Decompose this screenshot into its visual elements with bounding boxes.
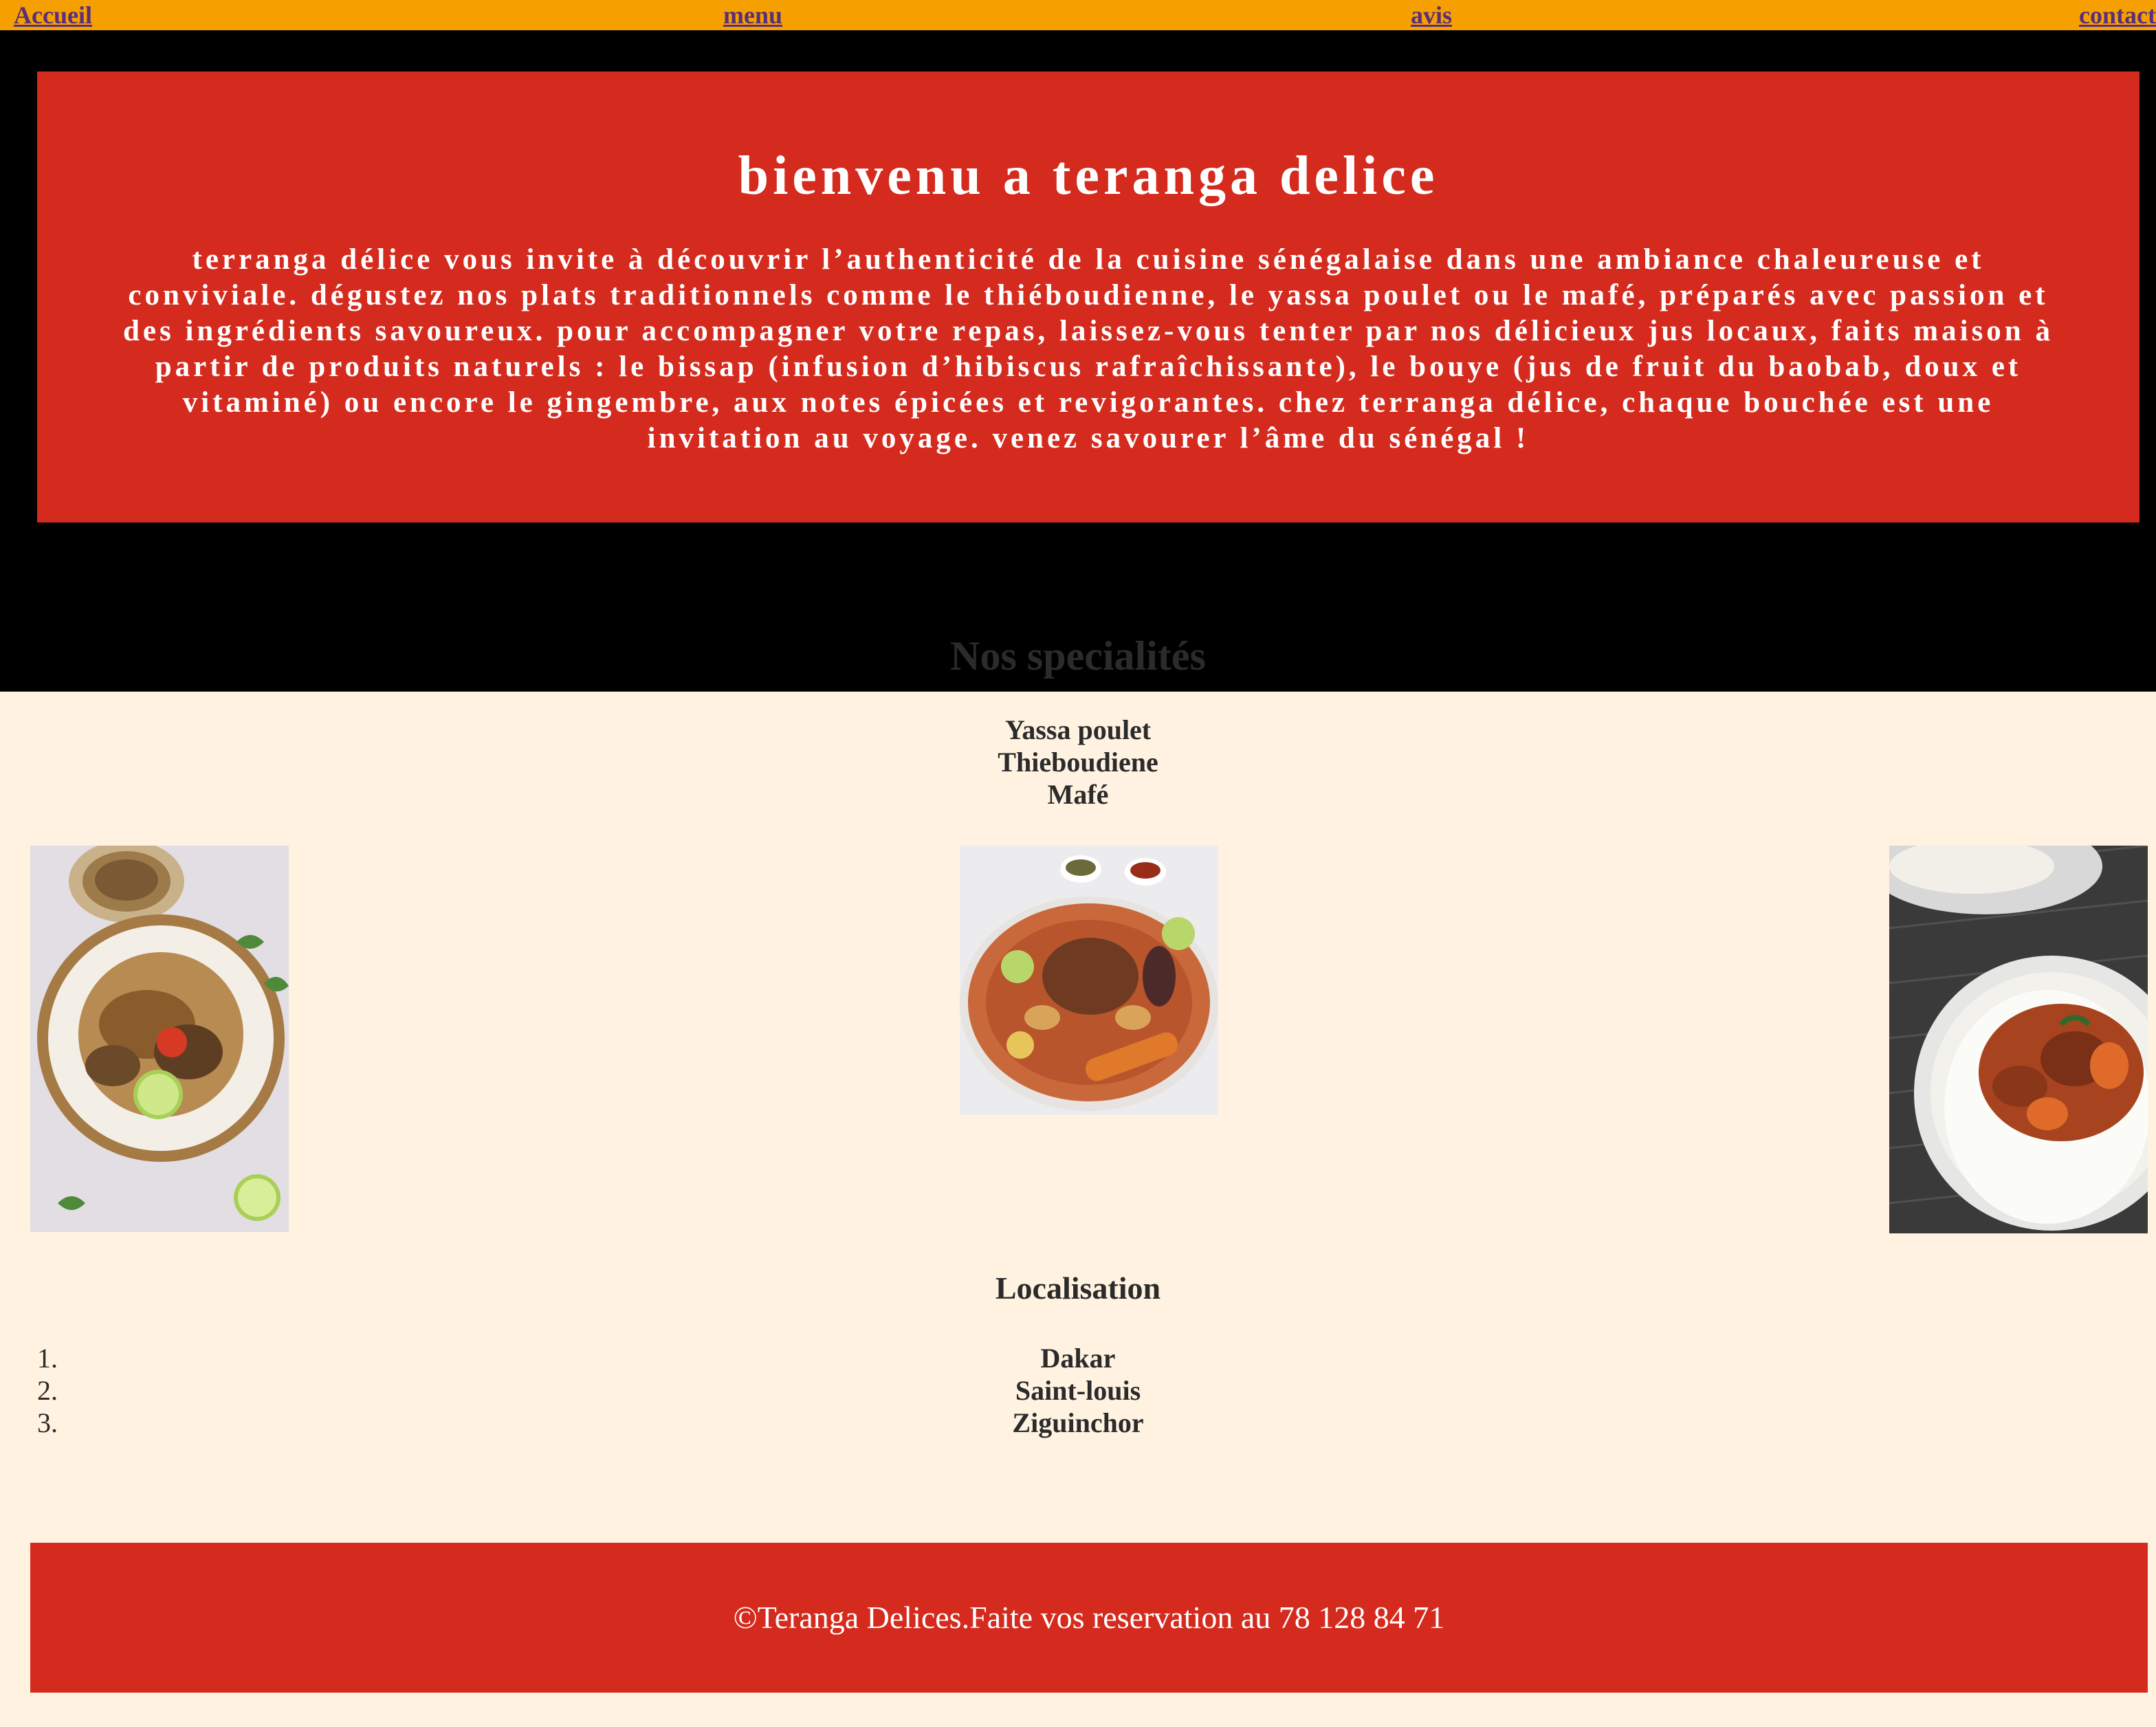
dish-item-mafe: Mafé: [1047, 779, 1109, 810]
thieboudiene-photo: [960, 846, 1218, 1115]
location-item-dakar: 1. Dakar: [0, 1342, 2156, 1374]
location-item-ziguinchor: 3. Ziguinchor: [0, 1407, 2156, 1439]
footer-text: ©Teranga Delices.Faite vos reservation a…: [733, 1600, 1445, 1635]
location-name: Ziguinchor: [1012, 1407, 1144, 1438]
footer: ©Teranga Delices.Faite vos reservation a…: [30, 1543, 2148, 1693]
welcome-text: terranga délice vous invite à découvrir …: [123, 243, 2054, 454]
yassa-photo: [30, 846, 289, 1232]
location-item-saint-louis: 2. Saint-louis: [0, 1374, 2156, 1407]
list-number: 2.: [37, 1375, 58, 1406]
list-number: 3.: [37, 1407, 58, 1438]
top-nav: Accueil menu avis contact: [0, 0, 2156, 30]
nav-link-contact[interactable]: contact: [2079, 0, 2156, 30]
dish-item-yassa: Yassa poulet: [1004, 714, 1152, 745]
dish-item-thieboudiene: Thieboudiene: [998, 747, 1158, 778]
location-name: Dakar: [1040, 1343, 1116, 1374]
location-name: Saint-louis: [1015, 1375, 1141, 1406]
nav-link-accueil[interactable]: Accueil: [14, 0, 92, 30]
dish-list: Yassa poulet Thieboudiene Mafé: [0, 714, 2156, 811]
localisation-title: Localisation: [995, 1270, 1161, 1306]
nav-link-menu[interactable]: menu: [723, 0, 782, 30]
mafe-photo: [1889, 846, 2148, 1233]
specialties-title: Nos specialités: [950, 633, 1206, 679]
welcome-card: bienvenu a teranga delice terranga délic…: [37, 72, 2140, 522]
welcome-title: bienvenu a teranga delice: [738, 146, 1439, 206]
nav-link-avis[interactable]: avis: [1411, 0, 1452, 30]
location-list: 1. Dakar 2. Saint-louis 3. Ziguinchor: [0, 1342, 2156, 1439]
list-number: 1.: [37, 1343, 58, 1374]
